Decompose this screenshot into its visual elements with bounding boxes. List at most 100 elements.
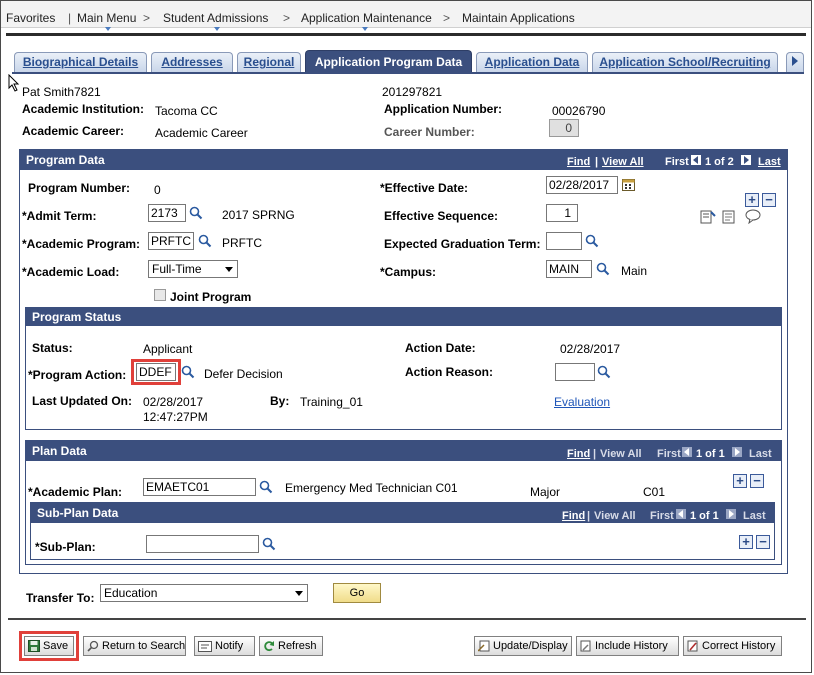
program-action-description: Defer Decision — [204, 367, 283, 381]
academic-load-select[interactable]: Full-Time — [148, 260, 238, 278]
program-data-find-link[interactable]: Find — [567, 156, 590, 168]
search-icon[interactable] — [259, 480, 273, 494]
sub-plan-field[interactable] — [146, 535, 259, 553]
career-number-label: Career Number: — [384, 125, 475, 139]
tab-underline — [12, 72, 804, 74]
student-id: 201297821 — [382, 85, 443, 99]
separator: | — [593, 448, 597, 460]
dropdown-arrow-icon — [295, 591, 303, 596]
notify-icon — [198, 640, 212, 652]
program-data-last-link[interactable]: Last — [758, 156, 781, 168]
plan-data-view-all: View All — [600, 448, 642, 460]
effective-date-field[interactable]: 02/28/2017 — [546, 176, 618, 194]
tab-scroll-right-button[interactable] — [786, 52, 804, 72]
admit-term-description: 2017 SPRNG — [222, 208, 295, 222]
action-reason-field[interactable] — [555, 363, 595, 381]
effective-sequence-field[interactable]: 1 — [546, 204, 578, 222]
transfer-to-select[interactable]: Education — [100, 584, 308, 602]
subplan-data-find-link[interactable]: Find — [562, 510, 585, 522]
tab-application-school-recruiting[interactable]: Application School/Recruiting — [592, 52, 778, 72]
add-subplan-icon[interactable]: + — [739, 535, 753, 549]
breadcrumb-application-maintenance[interactable]: Application Maintenance — [301, 11, 432, 25]
multi-row-icon[interactable] — [700, 210, 716, 224]
search-icon[interactable] — [596, 262, 610, 276]
breadcrumb-student-admissions[interactable]: Student Admissions — [163, 11, 268, 25]
comment-icon[interactable] — [745, 209, 761, 224]
academic-program-description: PRFTC — [222, 236, 262, 250]
tab-regional[interactable]: Regional — [237, 52, 301, 72]
add-row-icon[interactable]: + — [745, 193, 759, 207]
academic-load-label: *Academic Load: — [22, 265, 120, 279]
update-display-button[interactable]: Update/Display — [474, 636, 572, 656]
program-data-title: Program Data — [26, 153, 105, 167]
plan-code: C01 — [643, 485, 666, 499]
breadcrumb-maintain-applications[interactable]: Maintain Applications — [462, 11, 575, 25]
subplan-data-count: 1 of 1 — [690, 510, 719, 522]
expected-graduation-field[interactable] — [546, 232, 582, 250]
separator: | — [595, 156, 599, 168]
search-icon[interactable] — [189, 206, 203, 220]
search-icon[interactable] — [597, 365, 611, 379]
breadcrumb-separator: > — [143, 11, 151, 25]
delete-row-icon[interactable]: − — [762, 193, 776, 207]
return-to-search-button[interactable]: Return to Search — [83, 636, 186, 656]
campus-field[interactable]: MAIN — [546, 260, 592, 278]
tab-addresses[interactable]: Addresses — [151, 52, 233, 72]
search-icon[interactable] — [585, 234, 599, 248]
tab-application-program-data[interactable]: Application Program Data — [305, 50, 472, 72]
search-icon[interactable] — [262, 537, 276, 551]
previous-icon[interactable] — [691, 155, 701, 165]
evaluation-link[interactable]: Evaluation — [554, 395, 610, 409]
program-number-value: 0 — [154, 183, 161, 197]
admit-term-field[interactable]: 2173 — [148, 204, 186, 222]
campus-label: *Campus: — [380, 265, 437, 279]
admit-term-label: *Admit Term: — [22, 209, 97, 223]
calendar-icon[interactable] — [622, 178, 635, 191]
header-divider — [6, 33, 806, 36]
last-updated-time: 12:47:27PM — [143, 410, 208, 424]
mouse-cursor-icon — [8, 74, 20, 92]
career-number-field: 0 — [549, 119, 579, 137]
save-button-highlight — [19, 631, 79, 661]
student-name: Pat Smith7821 — [22, 85, 101, 99]
menu-dropdown-indicator — [362, 27, 368, 31]
menu-dropdown-indicator — [105, 27, 111, 31]
tab-biographical-details[interactable]: Biographical Details — [14, 52, 147, 72]
joint-program-checkbox[interactable] — [154, 289, 166, 301]
joint-program-label: Joint Program — [170, 290, 252, 304]
go-button[interactable]: Go — [333, 583, 381, 603]
include-history-button[interactable]: Include History — [576, 636, 679, 656]
separator: | — [587, 510, 591, 522]
program-action-highlight — [131, 359, 181, 385]
correct-history-button[interactable]: Correct History — [683, 636, 782, 656]
academic-program-label: *Academic Program: — [22, 237, 141, 251]
breadcrumb-main-menu[interactable]: Main Menu — [77, 11, 136, 25]
status-label: Status: — [32, 341, 73, 355]
search-icon[interactable] — [198, 234, 212, 248]
plan-data-find-link[interactable]: Find — [567, 448, 590, 460]
breadcrumb-separator: > — [283, 11, 291, 25]
tab-application-data[interactable]: Application Data — [476, 52, 588, 72]
program-data-view-all-link[interactable]: View All — [602, 156, 644, 168]
breadcrumb-separator: | — [68, 11, 72, 25]
delete-subplan-icon[interactable]: − — [756, 535, 770, 549]
campus-description: Main — [621, 264, 648, 278]
expected-graduation-label: Expected Graduation Term: — [384, 237, 541, 251]
next-icon — [732, 447, 742, 457]
program-data-header: Program Data Find | View All First 1 of … — [20, 150, 787, 170]
add-plan-icon[interactable]: + — [733, 474, 747, 488]
academic-plan-field[interactable]: EMAETC01 — [143, 478, 256, 496]
status-value: Applicant — [143, 342, 193, 356]
refresh-button[interactable]: Refresh — [259, 636, 323, 656]
delete-plan-icon[interactable]: − — [750, 474, 764, 488]
search-icon[interactable] — [181, 365, 195, 379]
academic-program-field[interactable]: PRFTC — [148, 232, 194, 250]
subplan-data-header: Sub-Plan Data Find | View All First 1 of… — [31, 503, 774, 523]
breadcrumb-favorites[interactable]: Favorites — [6, 11, 55, 25]
next-icon[interactable] — [741, 155, 751, 165]
program-status-title: Program Status — [32, 310, 122, 324]
program-data-count: 1 of 2 — [705, 156, 734, 168]
notepad-icon[interactable] — [722, 210, 736, 224]
sub-plan-label: *Sub-Plan: — [35, 540, 96, 554]
notify-button[interactable]: Notify — [194, 636, 255, 656]
